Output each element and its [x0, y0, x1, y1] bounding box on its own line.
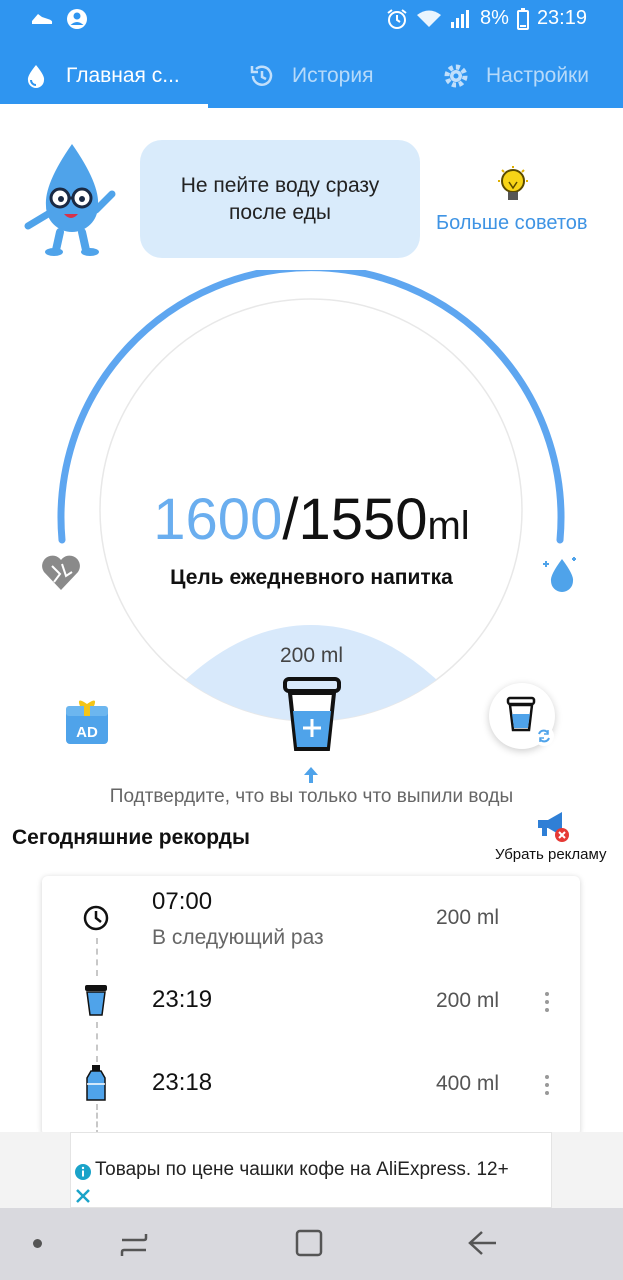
- battery-icon: [516, 7, 529, 30]
- record-amount: 400 ml: [436, 1072, 500, 1095]
- account-icon: [67, 9, 87, 29]
- record-amount: 200 ml: [436, 906, 500, 929]
- recent-apps-icon[interactable]: [118, 1230, 150, 1260]
- heart-icon: [42, 555, 80, 590]
- more-tips-link[interactable]: Больше советов: [436, 212, 588, 235]
- tab-home-label: Главная с...: [66, 64, 180, 87]
- water-drop-mascot: [24, 144, 116, 256]
- lightbulb-icon[interactable]: [496, 166, 530, 206]
- battery-percent: 8%: [480, 7, 509, 29]
- active-tab-indicator: [0, 104, 208, 108]
- ad-box[interactable]: Товары по цене чашки кофе на AliExpress.…: [70, 1132, 552, 1208]
- signal-icon: [451, 9, 470, 28]
- home-icon[interactable]: [294, 1228, 324, 1258]
- water-drop-icon: [27, 65, 45, 88]
- record-time: 23:18: [152, 1069, 213, 1096]
- wifi-icon: [417, 10, 442, 27]
- records-title: Сегодняшние рекорды: [12, 826, 250, 849]
- arrow-up-icon: [304, 767, 318, 783]
- svg-text:AD: AD: [76, 724, 98, 741]
- system-nav-bar: [0, 1208, 623, 1280]
- app-header: 8% 23:19 Главная с... История Настройки: [0, 0, 623, 108]
- tab-history-label: История: [292, 64, 374, 87]
- record-subtitle: В следующий раз: [152, 926, 324, 949]
- ad-close-icon[interactable]: [74, 1187, 92, 1205]
- history-icon: [250, 65, 273, 86]
- timeline-connector: [96, 938, 98, 976]
- ad-text[interactable]: Товары по цене чашки кофе на AliExpress.…: [95, 1159, 509, 1181]
- confirm-drink-text: Подтвердите, что вы только что выпили во…: [109, 786, 514, 807]
- intake-goal: /1550: [282, 487, 428, 552]
- timeline-connector: [96, 1022, 98, 1062]
- records-card: 07:00 В следующий раз 200 ml 23:19 200 m…: [42, 876, 580, 1136]
- gear-icon: [444, 64, 468, 88]
- tab-settings[interactable]: Настройки: [424, 44, 623, 108]
- tab-settings-label: Настройки: [486, 64, 589, 87]
- tab-home[interactable]: Главная с...: [0, 44, 208, 108]
- record-amount: 200 ml: [436, 989, 500, 1012]
- back-icon[interactable]: [466, 1228, 498, 1258]
- current-intake: 1600: [153, 487, 283, 552]
- goal-label: Цель ежедневного напитка: [170, 566, 453, 589]
- bottle-icon: [86, 1065, 106, 1101]
- add-drink-button[interactable]: [281, 677, 343, 753]
- cup-icon: [85, 985, 107, 1016]
- tab-history[interactable]: История: [208, 44, 424, 108]
- status-time: 23:19: [536, 7, 587, 29]
- clock-icon: [83, 905, 109, 931]
- ad-banner: Товары по цене чашки кофе на AliExpress.…: [0, 1132, 623, 1208]
- record-menu-button[interactable]: [544, 1075, 550, 1099]
- record-time: 23:19: [152, 986, 213, 1013]
- record-time: 07:00: [152, 888, 213, 915]
- megaphone-icon[interactable]: [534, 810, 570, 844]
- switch-cup-button[interactable]: [489, 683, 555, 749]
- cup-switch-icon: [506, 696, 554, 746]
- status-bar: 8% 23:19: [0, 0, 623, 38]
- intake-unit: ml: [427, 504, 470, 548]
- record-menu-button[interactable]: [544, 992, 550, 1016]
- ad-info-icon[interactable]: [74, 1163, 92, 1181]
- cup-size-label: 200 ml: [279, 644, 344, 667]
- shoe-icon: [32, 14, 53, 24]
- nav-dot: [33, 1239, 42, 1248]
- tab-bar: Главная с... История Настройки: [0, 44, 623, 108]
- water-drop-full-icon: [543, 557, 576, 592]
- alarm-icon: [387, 8, 407, 29]
- remove-ads-label[interactable]: Убрать рекламу: [495, 846, 607, 863]
- tip-bubble: Не пейте воду сразу после еды: [140, 140, 420, 258]
- ad-gift-icon[interactable]: AD: [62, 696, 112, 746]
- tip-text: Не пейте воду сразу после еды: [180, 174, 380, 224]
- intake-amount: 1600/1550ml: [0, 488, 623, 558]
